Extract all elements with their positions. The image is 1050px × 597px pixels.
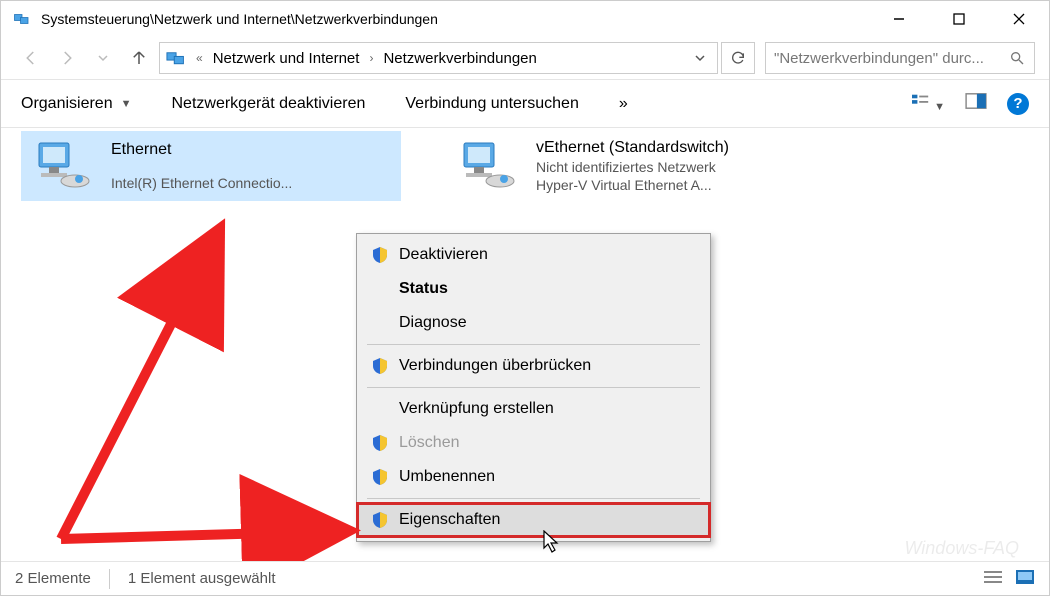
location-icon <box>166 49 188 67</box>
ctx-separator <box>367 498 700 499</box>
breadcrumb-seg-1[interactable]: Netzwerk und Internet <box>211 50 362 67</box>
ctx-separator <box>367 387 700 388</box>
shield-icon <box>371 434 389 452</box>
search-placeholder: "Netzwerkverbindungen" durc... <box>774 50 1008 67</box>
back-button[interactable] <box>15 42 47 74</box>
status-bar: 2 Elemente 1 Element ausgewählt <box>1 561 1049 595</box>
close-button[interactable] <box>989 1 1049 37</box>
shield-icon <box>371 246 389 264</box>
ctx-diagnose[interactable]: Diagnose <box>357 306 710 340</box>
refresh-button[interactable] <box>721 42 755 74</box>
minimize-button[interactable] <box>869 1 929 37</box>
adapter-detail: Hyper-V Virtual Ethernet A... <box>536 177 729 193</box>
search-input[interactable]: "Netzwerkverbindungen" durc... <box>765 42 1035 74</box>
title-bar: Systemsteuerung\Netzwerk und Internet\Ne… <box>1 1 1049 37</box>
breadcrumb-prefix: « <box>196 51 203 65</box>
diagnose-connection-button[interactable]: Verbindung untersuchen <box>405 95 578 113</box>
details-view-button[interactable] <box>983 569 1003 589</box>
overflow-button[interactable]: » <box>619 95 628 113</box>
adapter-status: Nicht identifiziertes Netzwerk <box>536 159 729 175</box>
recent-dropdown[interactable] <box>87 42 119 74</box>
context-menu: Deaktivieren Status Diagnose Verbindunge… <box>356 233 711 542</box>
help-button[interactable]: ? <box>1007 93 1029 115</box>
nav-bar: « Netzwerk und Internet › Netzwerkverbin… <box>1 37 1049 80</box>
ctx-properties[interactable]: Eigenschaften <box>357 503 710 537</box>
view-options-button[interactable]: ▼ <box>910 92 945 115</box>
status-divider <box>109 569 110 589</box>
search-icon <box>1008 50 1026 66</box>
address-bar[interactable]: « Netzwerk und Internet › Netzwerkverbin… <box>159 42 718 74</box>
maximize-button[interactable] <box>929 1 989 37</box>
shield-icon <box>371 468 389 486</box>
up-button[interactable] <box>123 42 155 74</box>
window-controls <box>869 1 1049 37</box>
preview-pane-button[interactable] <box>965 92 987 115</box>
cursor-icon <box>543 530 561 554</box>
address-dropdown[interactable] <box>689 52 711 64</box>
ctx-deactivate[interactable]: Deaktivieren <box>357 238 710 272</box>
shield-icon <box>371 511 389 529</box>
ctx-rename[interactable]: Umbenennen <box>357 460 710 494</box>
adapter-detail: Intel(R) Ethernet Connectio... <box>111 175 292 191</box>
large-icons-view-button[interactable] <box>1015 569 1035 589</box>
ctx-bridge[interactable]: Verbindungen überbrücken <box>357 349 710 383</box>
forward-button[interactable] <box>51 42 83 74</box>
network-adapter-icon <box>31 137 95 195</box>
network-adapter-icon <box>456 137 520 195</box>
ctx-status[interactable]: Status <box>357 272 710 306</box>
watermark: Windows-FAQ <box>904 538 1019 559</box>
status-count: 2 Elemente <box>15 570 91 587</box>
ctx-separator <box>367 344 700 345</box>
breadcrumb-seg-2[interactable]: Netzwerkverbindungen <box>381 50 538 67</box>
disable-device-button[interactable]: Netzwerkgerät deaktivieren <box>172 95 366 113</box>
organize-menu[interactable]: Organisieren▼ <box>21 95 132 113</box>
status-selected: 1 Element ausgewählt <box>128 570 276 587</box>
app-icon <box>13 10 31 28</box>
breadcrumb-sep-icon: › <box>369 51 373 65</box>
adapter-vethernet[interactable]: vEthernet (Standardswitch) Nicht identif… <box>446 131 826 201</box>
adapter-ethernet[interactable]: Ethernet Intel(R) Ethernet Connectio... <box>21 131 401 201</box>
command-bar: Organisieren▼ Netzwerkgerät deaktivieren… <box>1 80 1049 128</box>
shield-icon <box>371 357 389 375</box>
adapter-name: Ethernet <box>111 141 292 159</box>
ctx-delete: Löschen <box>357 426 710 460</box>
adapter-name: vEthernet (Standardswitch) <box>536 139 729 157</box>
ctx-shortcut[interactable]: Verknüpfung erstellen <box>357 392 710 426</box>
window-title: Systemsteuerung\Netzwerk und Internet\Ne… <box>41 11 869 27</box>
